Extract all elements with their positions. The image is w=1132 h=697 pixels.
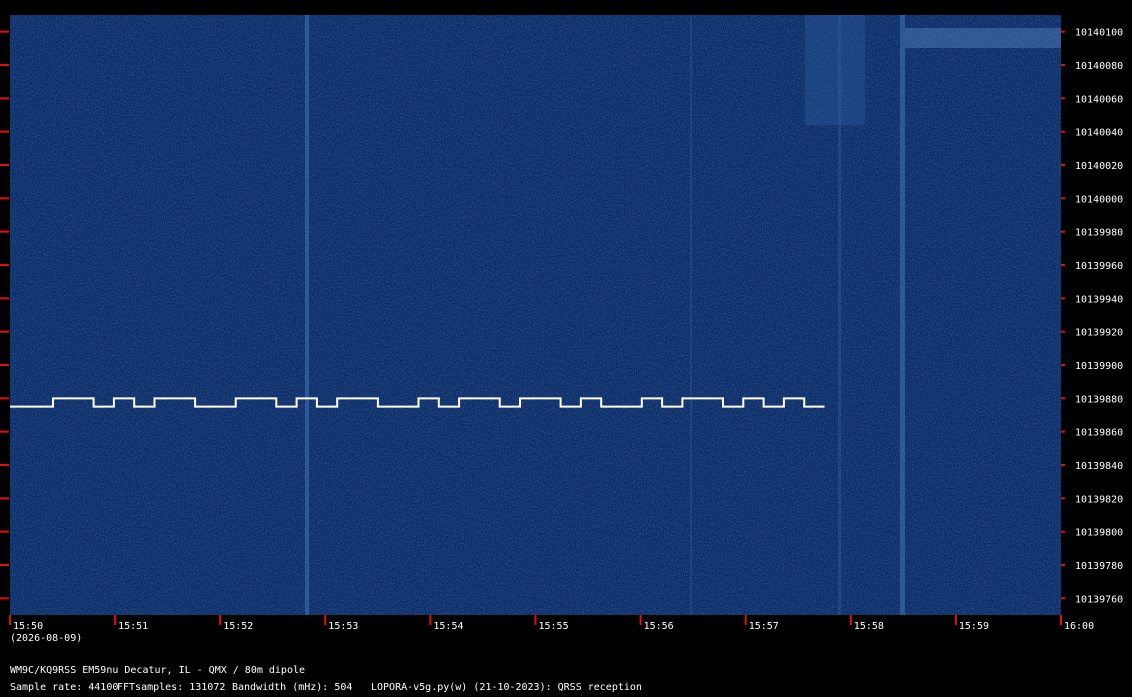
freq-tick-left [0,330,9,333]
freq-tick-left [0,464,9,466]
freq-tick-label: 10139960 [1075,261,1123,272]
freq-tick-right [1061,497,1065,500]
freq-tick-label: 10139860 [1075,428,1123,439]
freq-tick-right [1061,264,1065,266]
time-tick-label: 15:58 [854,621,884,632]
freq-tick-right [1061,297,1065,300]
freq-tick-left [0,64,9,66]
bandwidth: Bandwidth (mHz): 504 [232,682,352,693]
freq-tick-left [0,297,9,300]
time-tick [954,615,957,625]
time-tick [114,615,117,625]
freq-tick-right [1061,97,1065,100]
time-tick [219,615,222,625]
time-tick-label: 15:59 [959,621,989,632]
freq-tick-label: 10139940 [1075,294,1123,305]
freq-tick-right [1061,530,1065,533]
station-info: WM9C/KQ9RSS EM59nu Decatur, IL - QMX / 8… [10,665,305,676]
freq-tick-right [1061,230,1065,233]
fft-samples: FFTsamples: 131072 [117,682,225,693]
time-tick-label: 15:52 [223,621,253,632]
freq-tick-label: 10139820 [1075,494,1123,505]
freq-tick-label: 10140040 [1075,128,1123,139]
interference-patch [805,15,865,125]
time-tick [639,615,642,625]
freq-tick-right [1061,564,1065,566]
time-tick-label: 15:53 [328,621,358,632]
time-tick [429,615,432,625]
freq-tick-left [0,497,9,500]
time-tick [1060,615,1062,625]
freq-tick-left [0,30,9,33]
freq-tick-label: 10139900 [1075,361,1123,372]
freq-tick-left [0,530,9,533]
freq-tick-right [1061,464,1065,466]
freq-tick-left [0,97,9,100]
noise-stripe [305,15,309,615]
freq-tick-right [1061,64,1065,66]
freq-tick-right [1061,330,1065,333]
freq-tick-right [1061,597,1065,600]
time-tick-label: 16:00 [1064,621,1094,632]
freq-tick-right [1061,30,1065,33]
freq-tick-right [1061,130,1065,133]
time-tick [9,615,11,625]
freq-tick-left [0,230,9,233]
freq-tick-right [1061,397,1065,400]
footer-info: WM9C/KQ9RSS EM59nu Decatur, IL - QMX / 8… [10,665,642,693]
freq-tick-left [0,164,9,166]
sample-rate: Sample rate: 44100 [10,682,118,693]
freq-tick-right [1061,197,1065,200]
waterfall [10,15,1061,615]
freq-tick-label: 10139760 [1075,594,1123,605]
freq-tick-label: 10140000 [1075,194,1123,205]
interference-patch [905,28,1061,48]
freq-tick-label: 10140060 [1075,94,1123,105]
time-tick-label: 15:50 [13,621,43,632]
freq-tick-label: 10139840 [1075,461,1123,472]
freq-tick-label: 10139980 [1075,228,1123,239]
time-tick-label: 15:57 [749,621,779,632]
time-tick-label: 15:54 [433,621,463,632]
time-tick-label: 15:51 [118,621,148,632]
freq-tick-label: 10139880 [1075,394,1123,405]
date-label: (2026-08-09) [10,633,82,644]
freq-tick-left [0,130,9,133]
time-tick-label: 15:55 [539,621,569,632]
time-tick-label: 15:56 [644,621,674,632]
freq-tick-label: 10139920 [1075,328,1123,339]
qrss-grabber-display: 10140100 10140080 10140060 10140040 10140020… [0,15,1123,693]
software-info: LOPORA-v5g.py(w) (21-10-2023): QRSS rece… [371,682,642,693]
freq-tick-label: 10139800 [1075,528,1123,539]
time-tick [534,615,537,625]
freq-tick-label: 10140100 [1075,28,1123,39]
freq-tick-label: 10139780 [1075,561,1123,572]
freq-tick-left [0,397,9,400]
noise-stripe [900,15,905,615]
freq-tick-label: 10140020 [1075,161,1123,172]
freq-tick-label: 10140080 [1075,61,1123,72]
freq-tick-left [0,364,9,366]
noise-stripe [690,15,692,615]
freq-tick-right [1061,164,1065,166]
time-axis: 15:50 15:51 15:52 15:53 15:54 15:55 15:56 15:57… [9,615,1094,632]
freq-tick-left [0,197,9,200]
time-tick [324,615,327,625]
freq-tick-left [0,564,9,566]
freq-tick-right [1061,364,1065,366]
freq-tick-left [0,264,9,266]
time-tick [849,615,852,625]
freq-tick-left [0,597,9,600]
freq-tick-right [1061,430,1065,433]
freq-tick-left [0,430,9,433]
time-tick [744,615,747,625]
